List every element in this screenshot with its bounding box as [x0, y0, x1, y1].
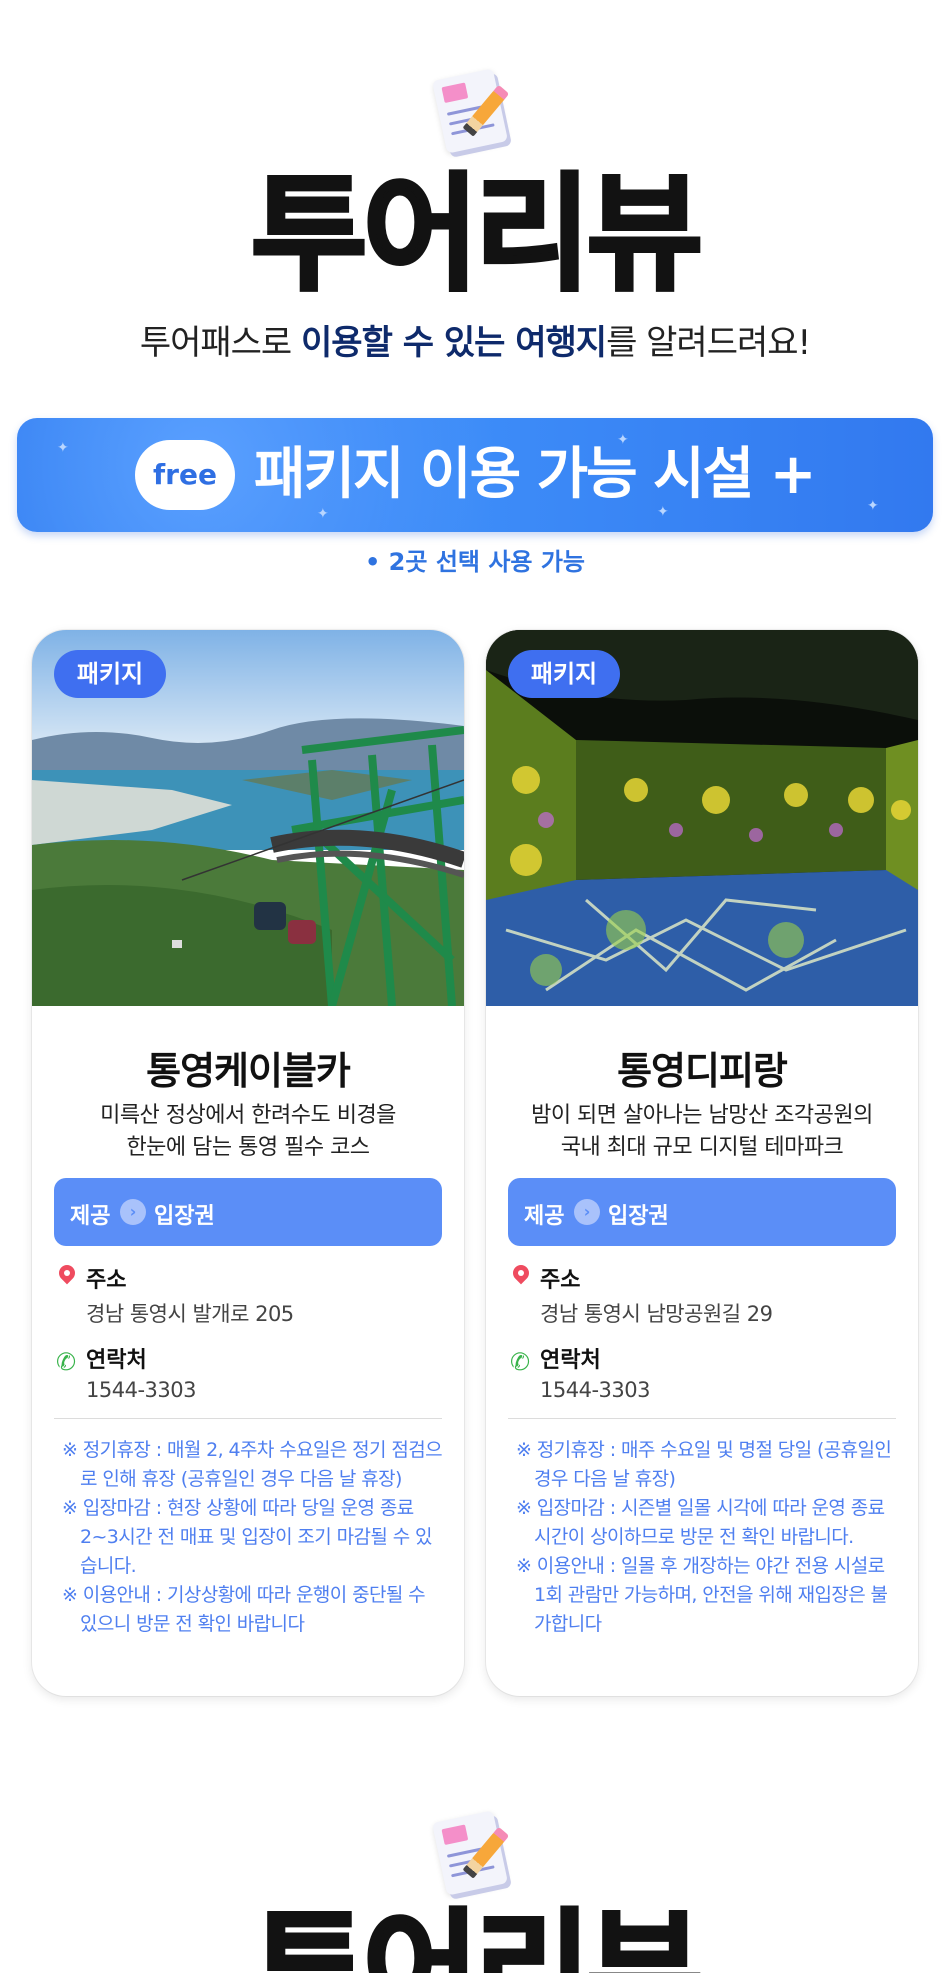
contact-heading: ✆ 연락처: [56, 1348, 147, 1376]
subtitle-highlight: 이용할 수 있는 여행지: [301, 323, 607, 363]
cablecar-photo: 패키지: [32, 630, 464, 1006]
address-heading: 주소: [510, 1262, 580, 1294]
phone-icon: ✆: [510, 1348, 531, 1376]
notice-item: ※ 이용안내 : 일몰 후 개장하는 야간 전용 시설로 1회 관람만 가능하며…: [516, 1555, 888, 1635]
card-description: 미륵산 정상에서 한려수도 비경을 한눈에 담는 통영 필수 코스: [100, 1103, 396, 1160]
package-badge: 패키지: [54, 650, 166, 698]
card-title: 통영디피랑: [617, 1049, 788, 1093]
location-pin-icon: [510, 1265, 532, 1291]
provided-item-box: 제공 › 입장권: [54, 1178, 442, 1246]
selection-note: • 2곳 선택 사용 가능: [364, 548, 586, 576]
free-badge: free: [135, 440, 235, 510]
address-heading: 주소: [56, 1262, 126, 1294]
notepad-pencil-icon: [425, 64, 525, 164]
address-value: 경남 통영시 남망공원길 29: [540, 1302, 773, 1326]
contact-value: 1544-3303: [540, 1378, 650, 1402]
attraction-card-dpirang[interactable]: 패키지 통영디피랑 밤이 되면 살아나는 남망산 조각공원의 국내 최대 규모 …: [486, 630, 918, 1696]
notepad-pencil-icon: [425, 1806, 525, 1906]
package-banner: ✦ ✦ ✦ ✦ ✦ free 패키지 이용 가능 시설 +: [17, 418, 933, 532]
address-value: 경남 통영시 발개로 205: [86, 1302, 294, 1326]
location-pin-icon: [56, 1265, 78, 1291]
notice-item: ※ 정기휴장 : 매월 2, 4주차 수요일은 정기 점검으로 인해 휴장 (공…: [62, 1439, 443, 1490]
notice-item: ※ 정기휴장 : 매주 수요일 및 명절 당일 (공휴일인 경우 다음 날 휴장…: [516, 1439, 892, 1490]
banner-title: 패키지 이용 가능 시설 +: [254, 442, 817, 507]
divider: [54, 1418, 442, 1419]
card-title: 통영케이블카: [146, 1049, 351, 1093]
package-badge: 패키지: [508, 650, 620, 698]
attraction-card-cablecar[interactable]: 패키지 통영케이블카 미륵산 정상에서 한려수도 비경을 한눈에 담는 통영 필…: [32, 630, 464, 1696]
notice-item: ※ 이용안내 : 기상상황에 따라 운행이 중단될 수 있으니 방문 전 확인 …: [62, 1584, 426, 1635]
dpirang-photo: 패키지: [486, 630, 918, 1006]
chevron-right-icon: ›: [574, 1199, 600, 1225]
card-description: 밤이 되면 살아나는 남망산 조각공원의 국내 최대 규모 디지털 테마파크: [531, 1103, 873, 1160]
divider: [508, 1418, 896, 1419]
notice-item: ※ 입장마감 : 시즌별 일몰 시각에 따라 운영 종료 시간이 상이하므로 방…: [516, 1497, 885, 1548]
contact-value: 1544-3303: [86, 1378, 196, 1402]
next-section-title: 투어리뷰: [249, 1897, 705, 1973]
notice-list: ※ 정기휴장 : 매주 수요일 및 명절 당일 (공휴일인 경우 다음 날 휴장…: [516, 1436, 896, 1639]
provided-item-box: 제공 › 입장권: [508, 1178, 896, 1246]
contact-heading: ✆ 연락처: [510, 1348, 601, 1376]
page-title: 투어리뷰: [249, 161, 705, 308]
notice-item: ※ 입장마감 : 현장 상황에 따라 당일 운영 종료 2~3시간 전 매표 및…: [62, 1497, 433, 1577]
notice-list: ※ 정기휴장 : 매월 2, 4주차 수요일은 정기 점검으로 인해 휴장 (공…: [62, 1436, 443, 1639]
chevron-right-icon: ›: [120, 1199, 146, 1225]
page-subtitle: 투어패스로 이용할 수 있는 여행지를 알려드려요!: [139, 323, 811, 363]
phone-icon: ✆: [56, 1348, 77, 1376]
